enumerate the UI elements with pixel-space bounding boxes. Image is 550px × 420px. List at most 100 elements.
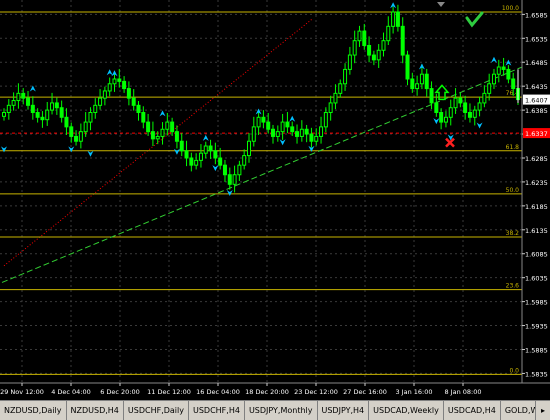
price-chart[interactable]: 100.076.461.850.038.223.60.01.65851.6535…: [0, 0, 550, 400]
tab-usdcad-h4[interactable]: USDCAD,H4: [444, 401, 501, 420]
candle-body: [112, 78, 117, 85]
y-tick-label: 1.5835: [525, 370, 548, 378]
candle-body: [333, 92, 338, 104]
x-tick-label: 8 Jan 08:00: [444, 388, 481, 396]
tab-scroll-right-icon[interactable]: ▸: [535, 401, 550, 420]
candle-body: [453, 97, 458, 109]
tab-nzdusd-daily[interactable]: NZDUSD,Daily: [0, 401, 67, 420]
candle-body: [395, 11, 400, 27]
candle-body: [501, 66, 506, 70]
y-tick-label: 1.6185: [525, 203, 548, 211]
fib-level-label: 100.0: [502, 5, 519, 12]
tab-usdjpy-monthly[interactable]: USDJPY,Monthly: [245, 401, 318, 420]
fractal-up-arrow-icon: [289, 115, 296, 122]
x-tick-label: 27 Dec 16:00: [343, 388, 387, 396]
candle-body: [314, 135, 319, 142]
tab-usdchf-h4[interactable]: USDCHF,H4: [189, 401, 245, 420]
candle-body: [30, 104, 35, 114]
fractal-down-arrow-icon: [279, 139, 286, 146]
candle-body: [338, 83, 343, 94]
y-tick-label: 1.6535: [525, 35, 548, 43]
candle-body: [21, 92, 26, 99]
tab-nzdusd-h4[interactable]: NZDUSD,H4: [67, 401, 124, 420]
x-tick-label: 29 Nov 12:00: [0, 388, 44, 396]
fractal-down-arrow-icon: [1, 146, 7, 153]
candle-body: [174, 131, 179, 142]
candle-body: [98, 97, 103, 106]
candle-body: [448, 107, 453, 118]
candle-body: [458, 97, 463, 104]
candle-body: [50, 102, 55, 111]
candle-body: [150, 131, 155, 140]
candle-body: [295, 131, 300, 137]
symbol-tab-bar: NZDUSD,Daily NZDUSD,H4 USDCHF,Daily USDC…: [0, 400, 550, 420]
check-icon: [465, 11, 484, 28]
candle-body: [386, 25, 391, 42]
candle-body: [304, 128, 309, 135]
candle-body: [45, 109, 50, 121]
y-tick-label: 1.6235: [525, 179, 548, 187]
candle-body: [170, 121, 175, 133]
candle-body: [434, 102, 439, 114]
fractal-down-arrow-icon: [476, 122, 483, 129]
candle-body: [208, 145, 213, 152]
candle-body: [463, 102, 468, 114]
candle-body: [261, 116, 266, 123]
candle-body: [69, 126, 74, 137]
tab-usdjpy-h4[interactable]: USDJPY,H4: [318, 401, 370, 420]
candle-body: [74, 135, 79, 142]
candle-body: [242, 155, 247, 166]
candle-body: [424, 73, 429, 90]
fractal-up-arrow-icon: [106, 69, 113, 76]
fib-level-label: 61.8: [506, 144, 520, 151]
candle-body: [213, 150, 218, 159]
candle-body: [117, 78, 122, 82]
candle-body: [2, 112, 6, 117]
candle-body: [506, 68, 511, 80]
candle-body: [443, 116, 448, 123]
y-tick-label: 1.6385: [525, 107, 548, 115]
tab-usdcad-weekly[interactable]: USDCAD,Weekly: [369, 401, 444, 420]
candle-body: [472, 109, 477, 118]
candle-body: [126, 88, 131, 99]
x-tick-label: 23 Dec 12:00: [294, 388, 338, 396]
candle-body: [11, 100, 16, 106]
x-tick-label: 6 Dec 20:00: [100, 388, 140, 396]
candle-body: [487, 83, 492, 94]
candle-body: [319, 126, 324, 137]
candle-body: [376, 49, 381, 61]
y-tick-label: 1.6035: [525, 275, 548, 283]
candle-body: [405, 54, 410, 80]
candle-body: [280, 121, 285, 133]
chart-shift-icon[interactable]: [437, 2, 445, 7]
y-tick-label: 1.6485: [525, 59, 548, 67]
candle-body: [218, 157, 223, 166]
y-tick-label: 1.5985: [525, 299, 548, 307]
candle-body: [102, 90, 107, 99]
candle-body: [275, 131, 280, 137]
candle-body: [16, 92, 21, 102]
fib-level-label: 23.6: [506, 283, 520, 290]
x-tick-label: 3 Jan 16:00: [395, 388, 432, 396]
x-tick-label: 16 Dec 04:00: [196, 388, 240, 396]
candle-body: [189, 157, 194, 166]
candle-body: [419, 73, 424, 85]
candle-body: [203, 145, 208, 154]
candle-body: [439, 112, 444, 123]
candle-body: [256, 116, 261, 128]
candle-body: [59, 107, 64, 118]
fractal-down-arrow-icon: [226, 189, 233, 196]
candle-body: [246, 140, 251, 157]
candle-body: [328, 102, 333, 114]
candle-body: [367, 44, 372, 56]
fractal-down-arrow-icon: [68, 146, 75, 153]
fractal-down-arrow-icon: [212, 165, 219, 172]
current-price-label: 1.6407: [525, 97, 548, 105]
candle-body: [184, 150, 189, 159]
candle-body: [482, 92, 487, 104]
tab-usdchf-daily[interactable]: USDCHF,Daily: [124, 401, 189, 420]
candle-body: [299, 128, 304, 137]
candle-body: [26, 97, 31, 106]
candle-body: [467, 112, 472, 118]
candle-body: [410, 78, 415, 90]
